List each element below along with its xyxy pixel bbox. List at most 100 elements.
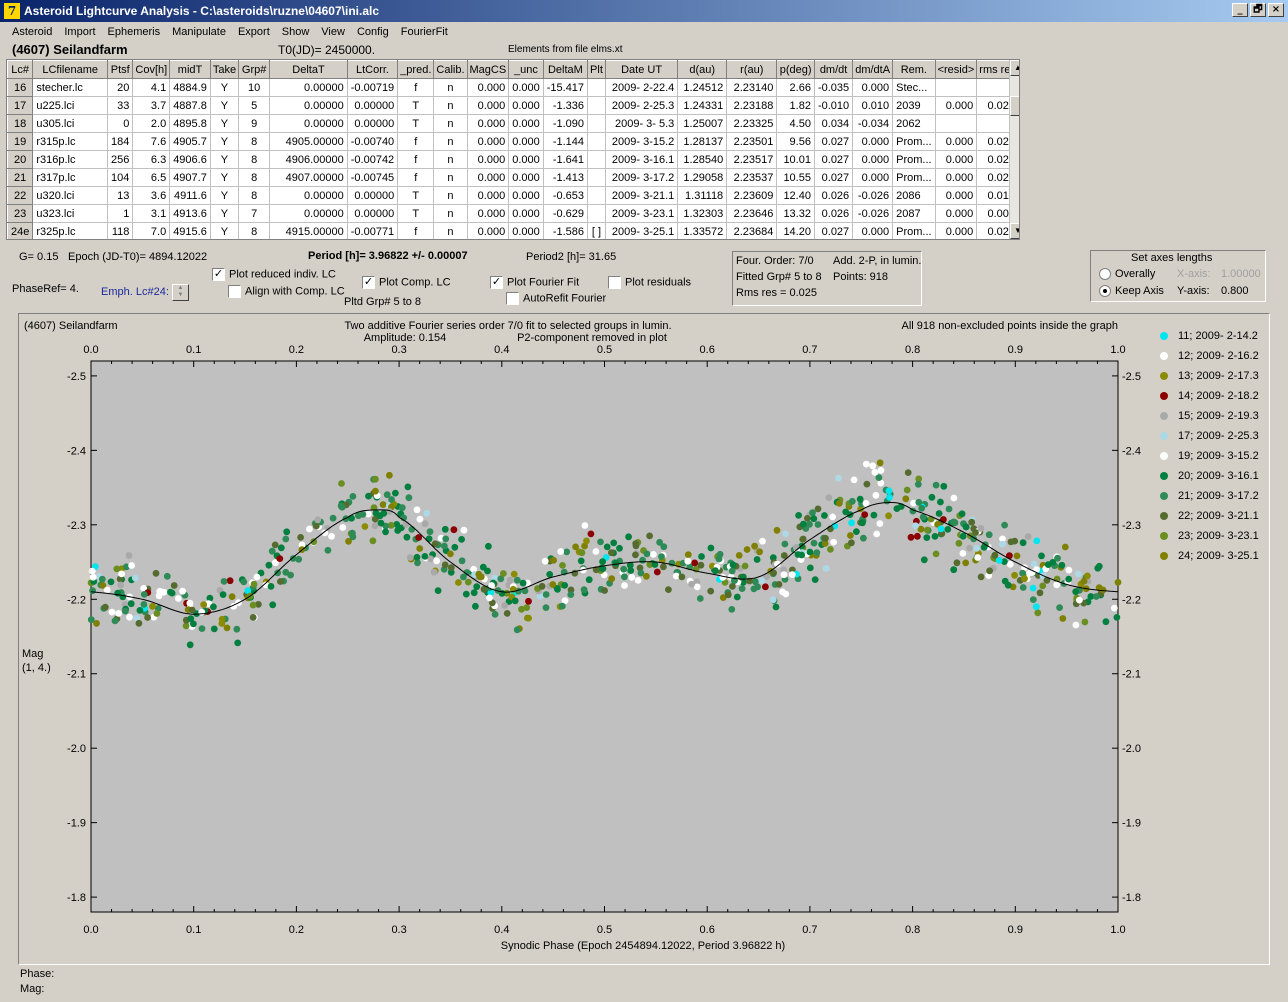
x-tick-label-top: 0.4 [494, 344, 509, 356]
data-point [1076, 596, 1083, 604]
data-point [473, 583, 481, 591]
y-tick-label-right: -2.4 [1122, 445, 1141, 457]
data-point [795, 512, 802, 519]
y-tick-label: -2.3 [67, 520, 86, 532]
data-point [643, 550, 651, 558]
data-point [269, 601, 277, 609]
legend-item: 12; 2009- 2-16.2 [1160, 346, 1259, 366]
legend-label: 17; 2009- 2-25.3 [1178, 430, 1259, 442]
data-point [862, 460, 870, 468]
data-point [935, 510, 943, 517]
data-point [616, 544, 623, 552]
x-tick-label: 0.8 [905, 924, 920, 936]
legend-label: 15; 2009- 2-19.3 [1178, 410, 1259, 422]
data-point [1072, 621, 1080, 629]
data-point [848, 497, 856, 505]
data-point [380, 510, 388, 517]
data-point [115, 610, 123, 617]
data-point [541, 557, 549, 565]
data-point [559, 562, 566, 569]
x-tick-label-top: 0.3 [391, 344, 406, 356]
legend-marker [1160, 512, 1168, 520]
legend-marker [1160, 392, 1168, 400]
data-point [836, 499, 843, 507]
data-point [658, 553, 665, 560]
data-point [959, 532, 967, 540]
data-point [450, 526, 458, 534]
data-point [277, 544, 285, 552]
data-point [904, 469, 912, 476]
plot-area[interactable] [90, 360, 1119, 913]
data-point [198, 608, 206, 616]
plot-subtitle1: Two additive Fourier series order 7/0 fi… [344, 320, 671, 332]
data-point [643, 572, 650, 580]
data-point [821, 512, 828, 519]
x-tick-label: 0.5 [597, 924, 612, 936]
data-point [986, 567, 993, 575]
data-point [650, 551, 657, 558]
data-point [179, 587, 187, 595]
data-point [660, 563, 667, 571]
y-tick-label-right: -2.2 [1122, 594, 1141, 606]
data-point [876, 459, 884, 467]
data-point [804, 515, 811, 522]
data-point [144, 614, 152, 621]
data-point [126, 613, 133, 621]
data-point [809, 509, 816, 517]
data-point [848, 539, 855, 547]
data-point [117, 581, 125, 589]
data-point [425, 535, 433, 543]
data-point [711, 567, 719, 575]
lightcurve-plot[interactable]: (4607) Seilandfarm Two additive Fourier … [0, 0, 1288, 1002]
legend-marker [1160, 452, 1168, 460]
data-point [769, 596, 777, 604]
data-point [372, 475, 379, 483]
data-point [806, 564, 814, 572]
legend-marker [1160, 532, 1168, 540]
data-point [728, 606, 736, 613]
legend-item: 20; 2009- 3-16.1 [1160, 466, 1259, 486]
data-point [871, 468, 879, 476]
data-point [413, 506, 421, 514]
data-point [877, 467, 885, 474]
data-point [758, 577, 766, 585]
data-point [328, 532, 335, 540]
data-point [923, 534, 931, 541]
y-tick-label: -2.1 [67, 669, 86, 681]
data-point [1036, 589, 1044, 597]
data-point [122, 607, 129, 615]
data-point [88, 567, 96, 575]
data-point [850, 476, 858, 484]
data-point [348, 514, 355, 522]
data-point [314, 516, 322, 524]
status-phase: Phase: [20, 968, 55, 980]
data-point [108, 608, 116, 616]
data-point [377, 519, 385, 527]
data-point [382, 528, 389, 536]
data-point [427, 555, 435, 563]
data-point [510, 570, 518, 578]
data-point [932, 550, 940, 558]
x-tick-label: 1.0 [1110, 924, 1125, 936]
data-point [423, 509, 431, 517]
data-point [287, 571, 294, 579]
data-point [684, 551, 692, 558]
data-point [462, 590, 470, 598]
data-point [140, 601, 148, 608]
legend-item: 19; 2009- 3-15.2 [1160, 446, 1259, 466]
data-point [525, 597, 532, 605]
data-point [349, 533, 357, 541]
data-point [228, 593, 236, 600]
data-point [985, 531, 993, 539]
data-point [597, 538, 604, 546]
data-point [163, 572, 171, 580]
data-point [421, 520, 429, 528]
data-point [829, 513, 836, 521]
data-point [751, 542, 758, 550]
data-point [822, 565, 830, 572]
data-point [1113, 614, 1121, 621]
data-point [885, 512, 892, 520]
data-point [794, 551, 802, 558]
data-point [931, 533, 939, 540]
data-point [999, 540, 1006, 548]
